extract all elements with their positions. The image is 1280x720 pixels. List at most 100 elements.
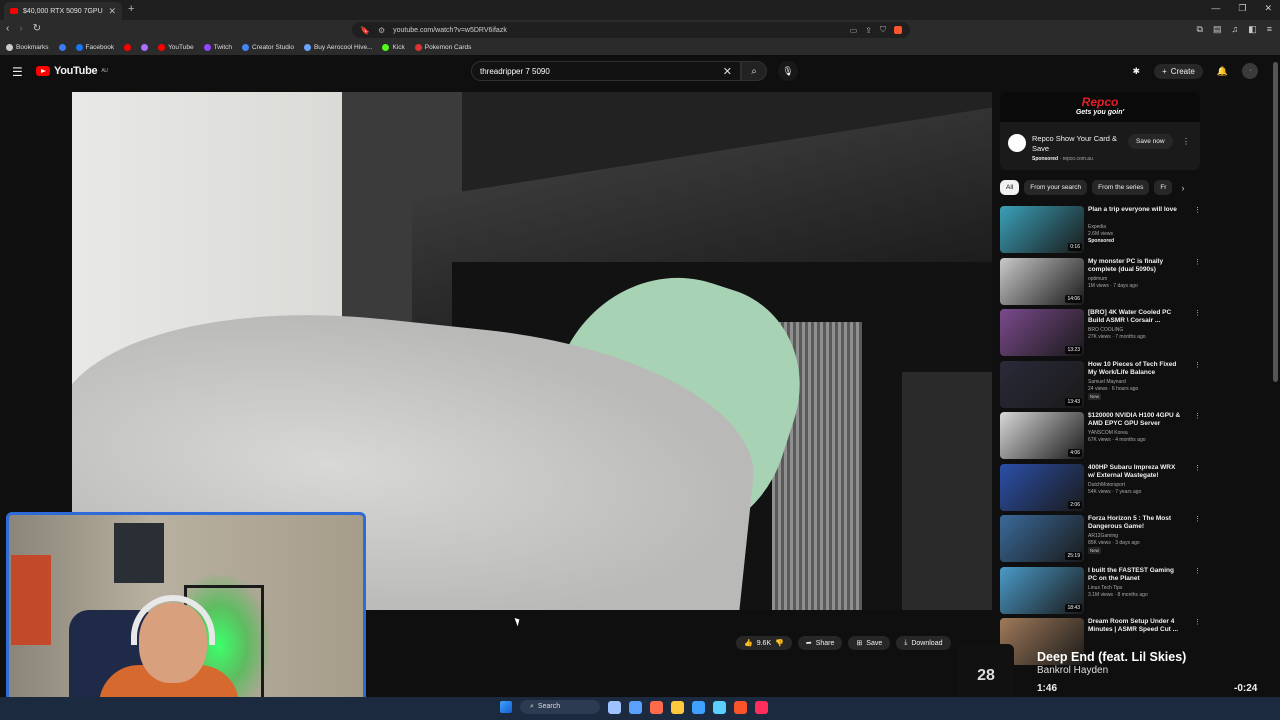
notifications-bell-icon[interactable]: 🔔 xyxy=(1217,66,1228,77)
search-input[interactable]: threadripper 7 5090 ✕ xyxy=(471,61,741,81)
sidebar-icon[interactable]: ▤ xyxy=(1213,24,1222,35)
bookmark-item[interactable]: Buy Aerocool Hive... xyxy=(303,44,372,51)
video-thumbnail[interactable]: 2:06 xyxy=(1000,463,1084,511)
url-field[interactable]: 🔖 ⚙ youtube.com/watch?v=w5DRV6ifazk ▭ ⇪ … xyxy=(352,22,910,38)
video-title[interactable]: I built the FASTEST Gaming PC on the Pla… xyxy=(1088,567,1182,583)
bookmark-item[interactable]: Pokemon Cards xyxy=(414,44,471,51)
bookmark-item[interactable] xyxy=(58,44,66,51)
recommendation-item[interactable]: 14:06 My monster PC is finally complete (… xyxy=(1000,257,1210,310)
dislike-icon[interactable]: 👎 xyxy=(775,639,784,647)
minimize-icon[interactable]: — xyxy=(1211,3,1220,14)
new-tab-icon[interactable]: + xyxy=(128,3,134,15)
recommendation-item[interactable]: 2:06 400HP Subaru Impreza WRX w/ External… xyxy=(1000,463,1210,516)
more-actions-icon[interactable]: ⋮ xyxy=(1194,464,1201,472)
more-actions-icon[interactable]: ⋮ xyxy=(1194,361,1201,369)
back-icon[interactable]: ‹ xyxy=(6,23,9,34)
video-title[interactable]: 400HP Subaru Impreza WRX w/ External Was… xyxy=(1088,464,1182,480)
account-avatar[interactable]: ◔ xyxy=(1242,63,1258,79)
chips-next-icon[interactable]: › xyxy=(1181,183,1184,193)
taskbar-app-icon[interactable] xyxy=(692,700,705,714)
video-title[interactable]: How 10 Pieces of Tech Fixed My Work/Life… xyxy=(1088,361,1182,377)
recommendation-item[interactable]: 25:19 Forza Horizon 5 : The Most Dangerou… xyxy=(1000,515,1210,567)
video-title[interactable]: My monster PC is finally complete (dual … xyxy=(1088,258,1182,274)
search-button[interactable]: ⌕ xyxy=(741,61,767,81)
cast-icon[interactable]: ▭ xyxy=(850,26,858,35)
save-button[interactable]: ⊞ Save xyxy=(848,636,891,650)
video-thumbnail[interactable]: 13:43 xyxy=(1000,360,1084,408)
bookmark-item[interactable]: Bookmarks xyxy=(6,44,49,51)
ad-more-icon[interactable]: ⋮ xyxy=(1182,137,1190,146)
taskbar-app-icon[interactable] xyxy=(755,700,768,714)
video-title[interactable]: Forza Horizon 5 : The Most Dangerous Gam… xyxy=(1088,515,1182,531)
close-tab-icon[interactable]: ✕ xyxy=(108,6,116,17)
bookmark-icon[interactable]: 🔖 xyxy=(360,26,370,35)
chromecast-icon[interactable]: ✱ xyxy=(1133,66,1141,77)
taskbar-app-icon[interactable] xyxy=(671,700,684,714)
taskbar-app-icon[interactable] xyxy=(734,700,747,714)
bookmark-item[interactable]: Kick xyxy=(382,44,405,51)
more-actions-icon[interactable]: ⋮ xyxy=(1194,258,1201,266)
more-actions-icon[interactable]: ⋮ xyxy=(1194,618,1201,626)
music-icon[interactable]: ♫ xyxy=(1231,24,1238,35)
video-thumbnail[interactable]: 13:23 xyxy=(1000,309,1084,356)
filter-chip[interactable]: From the series xyxy=(1092,180,1150,195)
video-thumbnail[interactable]: 25:19 xyxy=(1000,515,1084,562)
menu-hamburger-icon[interactable]: ☰ xyxy=(12,65,23,79)
browser-tab-active[interactable]: $40,000 RTX 5090 7GPU Wo... ✕ xyxy=(4,2,122,20)
forward-icon[interactable]: › xyxy=(19,23,22,34)
youtube-logo[interactable]: YouTube AU xyxy=(36,65,108,77)
more-actions-icon[interactable]: ⋮ xyxy=(1194,515,1201,523)
video-thumbnail[interactable]: 4:06 xyxy=(1000,412,1084,459)
like-button[interactable]: 👍 9.6K 👎 xyxy=(736,636,792,650)
bookmark-item[interactable]: Creator Studio xyxy=(242,44,294,51)
share-icon[interactable]: ⇪ xyxy=(865,26,872,35)
taskbar-app-icon[interactable] xyxy=(629,700,642,714)
taskbar-app-icon[interactable] xyxy=(650,700,663,714)
filter-chip[interactable]: All xyxy=(1000,180,1020,195)
video-title[interactable]: [BRO] 4K Water Cooled PC Build ASMR \ Co… xyxy=(1088,309,1182,325)
windows-start-icon[interactable] xyxy=(500,701,512,713)
recommendation-item[interactable]: 18:43 I built the FASTEST Gaming PC on th… xyxy=(1000,566,1210,619)
bookmark-item[interactable]: YouTube xyxy=(158,44,194,51)
clear-search-icon[interactable]: ✕ xyxy=(723,65,732,78)
taskbar-search[interactable]: ⌕ Search xyxy=(520,700,600,714)
wallet-icon[interactable]: ◧ xyxy=(1248,24,1257,35)
filter-chip[interactable]: Fr xyxy=(1154,180,1173,195)
video-thumbnail[interactable]: 14:06 xyxy=(1000,257,1084,305)
menu-icon[interactable]: ≡ xyxy=(1267,24,1272,35)
download-button[interactable]: ⤓ Download xyxy=(896,636,951,650)
video-thumbnail[interactable]: 18:43 xyxy=(1000,566,1084,614)
sponsored-ad[interactable]: Repco Gets you goin' Repco Show Your Car… xyxy=(1000,92,1200,170)
more-actions-icon[interactable]: ⋮ xyxy=(1194,309,1201,317)
recommendation-item[interactable]: 4:06 $120000 NVIDIA H100 4GPU & AMD EPYC … xyxy=(1000,412,1210,464)
video-title[interactable]: $120000 NVIDIA H100 4GPU & AMD EPYC GPU … xyxy=(1088,412,1182,428)
share-button[interactable]: ➦ Share xyxy=(797,636,843,650)
filter-chip[interactable]: From your search xyxy=(1024,180,1088,195)
voice-search-button[interactable]: 🎙 xyxy=(778,61,798,81)
reload-icon[interactable]: ↻ xyxy=(33,23,41,34)
more-actions-icon[interactable]: ⋮ xyxy=(1194,206,1201,214)
brave-rewards-icon[interactable] xyxy=(894,26,902,34)
video-title[interactable]: Dream Room Setup Under 4 Minutes | ASMR … xyxy=(1088,618,1182,634)
bookmark-item[interactable] xyxy=(124,44,132,51)
page-scrollbar[interactable] xyxy=(1273,62,1278,382)
create-button[interactable]: + Create xyxy=(1154,63,1203,79)
recommendation-item[interactable]: 13:43 How 10 Pieces of Tech Fixed My Work… xyxy=(1000,360,1210,413)
maximize-icon[interactable]: ❐ xyxy=(1238,3,1246,14)
more-actions-icon[interactable]: ⋮ xyxy=(1194,567,1201,575)
taskbar-app-icon[interactable] xyxy=(713,700,726,714)
extensions-icon[interactable]: ⧉ xyxy=(1197,24,1203,35)
recommendation-item[interactable]: 13:23 [BRO] 4K Water Cooled PC Build ASMR… xyxy=(1000,309,1210,361)
more-actions-icon[interactable]: ⋮ xyxy=(1194,412,1201,420)
ad-cta-button[interactable]: Save now xyxy=(1128,134,1173,149)
bookmark-item[interactable]: Twitch xyxy=(203,44,232,51)
bookmark-item[interactable]: Facebook xyxy=(75,44,114,51)
bookmark-item[interactable] xyxy=(141,44,149,51)
taskbar-app-icon[interactable] xyxy=(608,700,621,714)
recommendation-item[interactable]: 0:16 Plan a trip everyone will love Expedi… xyxy=(1000,206,1210,258)
shield-icon[interactable]: ⛉ xyxy=(880,25,886,35)
video-title[interactable]: Plan a trip everyone will love xyxy=(1088,206,1182,214)
video-thumbnail[interactable]: 0:16 xyxy=(1000,206,1084,253)
site-info-icon[interactable]: ⚙ xyxy=(378,26,385,35)
close-window-icon[interactable]: ✕ xyxy=(1264,3,1272,14)
